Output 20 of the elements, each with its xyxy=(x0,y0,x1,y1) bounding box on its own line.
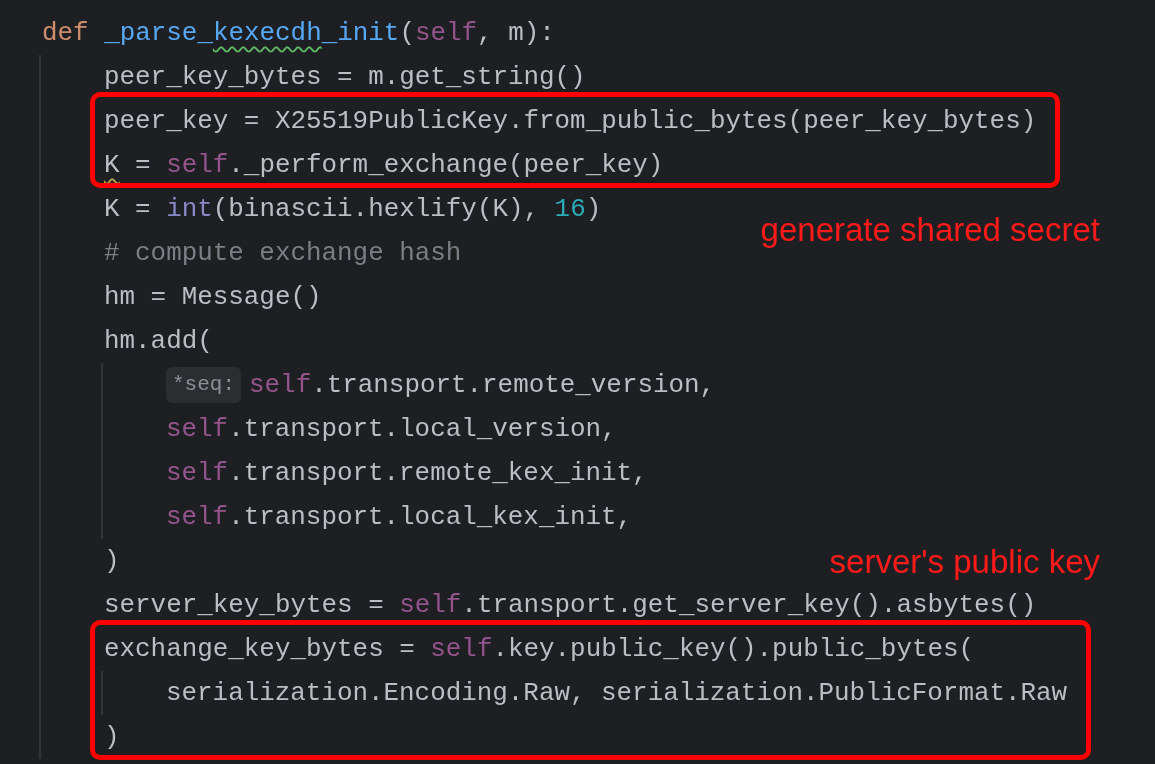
code-line: ) xyxy=(104,544,120,578)
code-line: exchange_key_bytes = self.key.public_key().public_bytes( xyxy=(104,632,975,666)
code-line: ) xyxy=(104,720,120,754)
annotation-label: server's public key xyxy=(829,543,1100,581)
code-line: K = self._perform_exchange(peer_key) xyxy=(104,148,664,182)
code-line: self.transport.local_version, xyxy=(166,412,617,446)
code-line: K = int(binascii.hexlify(K), 16) xyxy=(104,192,602,226)
code-line: # compute exchange hash xyxy=(104,236,462,270)
code-line: hm = Message() xyxy=(104,280,322,314)
code-line: self.transport.remote_kex_init, xyxy=(166,456,648,490)
code-line: server_key_bytes = self.transport.get_server_key().asbytes() xyxy=(104,588,1037,622)
code-line: def _parse_kexecdh_init(self, m): xyxy=(42,16,555,50)
inlay-hint: *seq: xyxy=(166,367,241,403)
code-line: hm.add( xyxy=(104,324,213,358)
code-line: peer_key = X25519PublicKey.from_public_bytes(peer_key_bytes) xyxy=(104,104,1037,138)
code-line: self.transport.local_kex_init, xyxy=(166,500,633,534)
code-line: self.transport.remote_version, xyxy=(249,368,716,402)
code-line: peer_key_bytes = m.get_string() xyxy=(104,60,586,94)
code-line: serialization.Encoding.Raw, serialization.PublicFormat.Raw xyxy=(166,676,1068,710)
annotation-label: generate shared secret xyxy=(760,211,1100,249)
